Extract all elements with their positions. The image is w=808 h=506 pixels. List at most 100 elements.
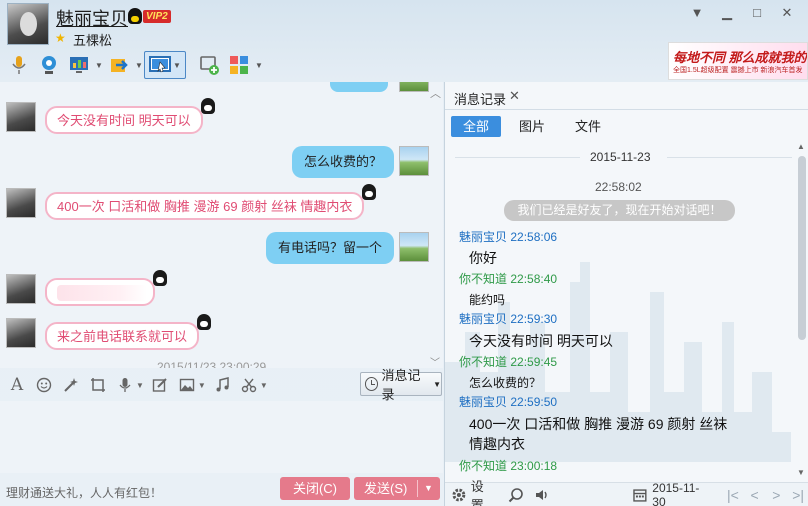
message-input[interactable] <box>0 401 443 473</box>
contact-message-avatar[interactable] <box>6 188 36 218</box>
window-controls: ▼ ▁ □ ✕ <box>682 4 802 22</box>
clock-icon <box>365 377 379 391</box>
history-sender: 魅丽宝贝 22:59:50 <box>459 395 558 409</box>
partial-timestamp: 2015/11/23 23:00:29 <box>157 360 267 368</box>
history-tab[interactable]: 消息记录 ✕ <box>445 82 808 110</box>
footer-date: 2015-11-30 <box>652 480 700 506</box>
history-date: 2015-11-23 <box>590 150 651 164</box>
speaker-icon[interactable] <box>534 487 550 503</box>
incoming-message-redacted <box>45 270 167 306</box>
chevron-down-icon[interactable]: ▼ <box>198 381 206 390</box>
self-avatar[interactable] <box>399 232 429 262</box>
close-icon[interactable]: ✕ <box>509 88 520 104</box>
file-transfer-icon[interactable] <box>104 51 134 79</box>
microphone-icon[interactable] <box>4 51 34 79</box>
send-button[interactable]: 发送(S) ▼ <box>354 477 440 500</box>
incoming-message: 400一次 口活和做 胸推 漫游 69 颜射 丝袜 情趣内衣 <box>45 184 377 220</box>
self-avatar[interactable] <box>399 146 429 176</box>
edit-icon[interactable] <box>149 374 171 396</box>
screenshot-icon[interactable] <box>87 374 109 396</box>
filter-images[interactable]: 图片 <box>507 116 557 137</box>
contact-avatar[interactable] <box>7 3 49 45</box>
qq-penguin-icon <box>153 270 167 286</box>
date-picker[interactable]: 2015-11-30 <box>632 481 712 506</box>
scroll-up-icon[interactable]: ︿ <box>430 85 441 101</box>
history-sender: 你不知道 22:59:45 <box>459 355 558 369</box>
voice-icon[interactable] <box>114 374 136 396</box>
emoji-icon[interactable] <box>33 374 55 396</box>
scroll-down-icon[interactable]: ﹀ <box>430 354 440 368</box>
menu-dropdown-button[interactable]: ▼ <box>682 4 712 22</box>
system-message: 我们已经是好友了，现在开始对话吧！ <box>504 200 735 221</box>
history-scrollbar[interactable]: ▲ ▼ <box>797 142 807 482</box>
promo-link[interactable]: 理财通送大礼，人人有红包！ <box>6 484 162 501</box>
vip-label: VIP2 <box>143 9 171 23</box>
history-message: 怎么收费的？ <box>469 376 542 390</box>
search-icon[interactable] <box>508 487 524 503</box>
history-message: 能约吗 <box>469 293 506 307</box>
contact-signature: 五棵松 <box>73 33 113 48</box>
history-sender: 你不知道 22:58:40 <box>459 272 558 286</box>
qq-penguin-icon <box>128 8 142 24</box>
vip-badge[interactable]: VIP2 <box>128 8 171 24</box>
close-window-button[interactable]: ✕ <box>772 4 802 22</box>
send-label: 发送(S) <box>364 481 408 496</box>
next-page-icon[interactable]: > <box>766 487 788 503</box>
send-options-chevron-icon[interactable]: ▼ <box>424 477 433 500</box>
screen-share-icon[interactable] <box>64 51 94 79</box>
history-tab-title: 消息记录 <box>454 92 507 107</box>
contact-message-avatar[interactable] <box>6 318 36 348</box>
message-plus-icon[interactable] <box>194 51 224 79</box>
scroll-thumb[interactable] <box>798 156 806 340</box>
history-panel: 消息记录 ✕ 全部 图片 文件 2015-11-23 22:58:02 我们已经… <box>444 82 808 506</box>
date-divider: 2015-11-23 <box>455 149 792 167</box>
history-sender: 魅丽宝贝 22:58:06 <box>459 230 558 244</box>
history-message: 400一次 口活和做 胸推 漫游 69 颜射 丝袜 <box>469 416 728 432</box>
prev-page-icon[interactable]: < <box>744 487 766 503</box>
chevron-down-icon[interactable]: ▼ <box>254 61 264 70</box>
history-footer: 设置 2015-11-30 |< < > >| <box>445 479 808 506</box>
contact-message-avatar[interactable] <box>6 102 36 132</box>
ad-headline: 每地不同 那么成就我的不同 <box>673 50 807 65</box>
history-filters: 全部 图片 文件 <box>451 116 613 137</box>
contact-message-avatar[interactable] <box>6 274 36 304</box>
chevron-down-icon[interactable]: ▼ <box>260 381 268 390</box>
main-toolbar: ▼ ▼ ▼ ▼ <box>4 50 264 80</box>
history-sender: 你不知道 23:00:18 <box>459 459 558 473</box>
first-page-icon[interactable]: |< <box>722 487 744 503</box>
font-icon[interactable]: A <box>6 374 28 396</box>
magic-icon[interactable] <box>60 374 82 396</box>
message-history-button[interactable]: 消息记录 ▼ <box>360 368 442 402</box>
minimize-button[interactable]: ▁ <box>712 4 742 22</box>
scroll-up-icon[interactable]: ▲ <box>797 142 805 151</box>
chevron-down-icon[interactable]: ▼ <box>94 61 104 70</box>
video-call-icon[interactable] <box>34 51 64 79</box>
chevron-down-icon[interactable]: ▼ <box>134 61 144 70</box>
history-message: 今天没有时间 明天可以 <box>469 333 613 349</box>
ad-banner[interactable]: 每地不同 那么成就我的不同 全国1.5L超级配置 震撼上市 新浪汽车首发 <box>668 42 808 80</box>
chat-message-area[interactable]: ︿ 今天没有时间 明天可以 怎么收费的？ 400一次 口活和做 胸推 漫游 69… <box>0 82 443 368</box>
maximize-button[interactable]: □ <box>742 4 772 22</box>
outgoing-message: 怎么收费的？ <box>292 146 395 178</box>
incoming-message: 今天没有时间 明天可以 <box>45 98 215 134</box>
chat-window: 魅丽宝贝 VIP2 ★ 五棵松 ▼ ▁ □ ✕ ▼ ▼ ▼ ▼ 每地不同 那么成… <box>0 0 808 506</box>
music-icon[interactable] <box>211 374 233 396</box>
scroll-down-icon[interactable]: ▼ <box>797 468 805 477</box>
calendar-icon <box>633 488 647 502</box>
settings-label: 设置 <box>470 478 484 506</box>
qq-penguin-icon <box>200 98 215 114</box>
image-icon[interactable] <box>176 374 198 396</box>
gear-icon <box>452 488 466 501</box>
filter-all[interactable]: 全部 <box>451 116 502 137</box>
close-button[interactable]: 关闭(C) <box>280 477 350 500</box>
self-avatar[interactable] <box>399 82 429 92</box>
chevron-down-icon[interactable]: ▼ <box>136 381 144 390</box>
settings-button[interactable]: 设置 <box>451 476 496 506</box>
last-page-icon[interactable]: >| <box>787 487 808 503</box>
filter-files[interactable]: 文件 <box>563 116 613 137</box>
scissors-icon[interactable] <box>238 374 260 396</box>
apps-icon[interactable] <box>224 51 254 79</box>
contact-name[interactable]: 魅丽宝贝 <box>56 5 128 31</box>
remote-assist-icon[interactable]: ▼ <box>144 51 186 79</box>
incoming-message: 来之前电话联系就可以 <box>45 314 212 350</box>
